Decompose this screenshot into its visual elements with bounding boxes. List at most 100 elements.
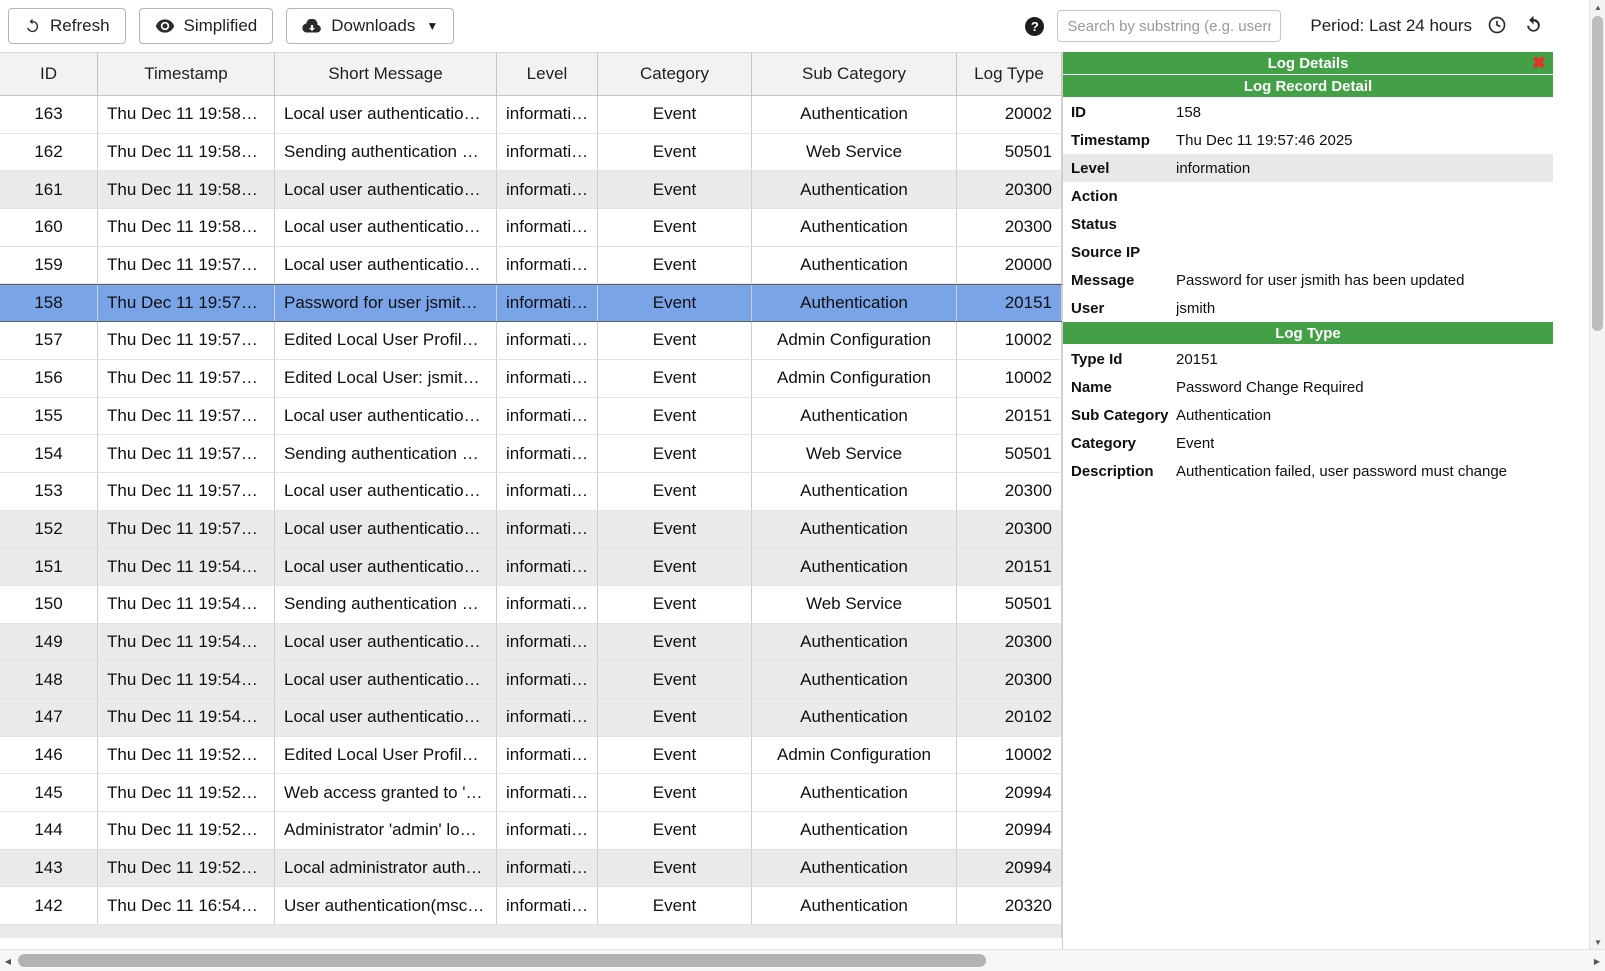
table-row[interactable]: 143Thu Dec 11 19:52…Local administrator … bbox=[0, 850, 1062, 888]
table-row[interactable]: 153Thu Dec 11 19:57…Local user authentic… bbox=[0, 473, 1062, 511]
cell-message: Edited Local User: jsmit… bbox=[275, 360, 497, 397]
scroll-right-arrow-icon[interactable]: ▶ bbox=[1589, 950, 1605, 971]
column-header-id[interactable]: ID bbox=[0, 53, 98, 95]
table-row[interactable]: 155Thu Dec 11 19:57…Local user authentic… bbox=[0, 398, 1062, 436]
scroll-up-arrow-icon[interactable]: ▲ bbox=[1590, 0, 1605, 14]
table-row[interactable]: 162Thu Dec 11 19:58…Sending authenticati… bbox=[0, 134, 1062, 172]
clock-icon bbox=[1487, 15, 1507, 38]
table-row[interactable]: 149Thu Dec 11 19:54…Local user authentic… bbox=[0, 624, 1062, 662]
table-row[interactable]: 152Thu Dec 11 19:57…Local user authentic… bbox=[0, 511, 1062, 549]
horizontal-scroll-thumb[interactable] bbox=[18, 954, 986, 967]
table-row[interactable]: 157Thu Dec 11 19:57…Edited Local User Pr… bbox=[0, 322, 1062, 360]
cell-id: 153 bbox=[0, 473, 98, 510]
cell-log-type: 20300 bbox=[957, 209, 1062, 246]
cell-timestamp: Thu Dec 11 19:57… bbox=[98, 473, 275, 510]
cell-timestamp: Thu Dec 11 19:58… bbox=[98, 134, 275, 171]
detail-field-label: ID bbox=[1071, 104, 1176, 121]
column-header-log-type[interactable]: Log Type bbox=[957, 53, 1062, 95]
cell-id: 143 bbox=[0, 850, 98, 887]
table-row[interactable]: 145Thu Dec 11 19:52…Web access granted t… bbox=[0, 774, 1062, 812]
table-row[interactable]: 147Thu Dec 11 19:54…Local user authentic… bbox=[0, 699, 1062, 737]
cell-sub-category: Authentication bbox=[752, 511, 957, 548]
detail-field-label: Sub Category bbox=[1071, 407, 1176, 424]
cell-level: informati… bbox=[497, 737, 598, 774]
column-header-sub-category[interactable]: Sub Category bbox=[752, 53, 957, 95]
cell-timestamp: Thu Dec 11 19:58… bbox=[98, 171, 275, 208]
cell-level: informati… bbox=[497, 624, 598, 661]
cell-id: 144 bbox=[0, 812, 98, 849]
cell-log-type: 50501 bbox=[957, 134, 1062, 171]
log-table: IDTimestampShort MessageLevelCategorySub… bbox=[0, 52, 1062, 949]
log-details-title: Log Details bbox=[1268, 55, 1349, 72]
horizontal-scrollbar[interactable]: ◀ ▶ bbox=[0, 949, 1605, 971]
table-row[interactable]: 144Thu Dec 11 19:52…Administrator 'admin… bbox=[0, 812, 1062, 850]
close-icon[interactable]: ✖ bbox=[1532, 55, 1546, 72]
cell-category: Event bbox=[598, 737, 752, 774]
cell-timestamp: Thu Dec 11 19:52… bbox=[98, 737, 275, 774]
cell-log-type: 20300 bbox=[957, 473, 1062, 510]
detail-field-label: Message bbox=[1071, 272, 1176, 289]
table-row[interactable]: 158Thu Dec 11 19:57…Password for user js… bbox=[0, 284, 1062, 322]
cell-id: 151 bbox=[0, 548, 98, 585]
cell-level: informati… bbox=[497, 285, 598, 321]
detail-field: Type Id20151 bbox=[1063, 345, 1553, 373]
detail-field-value: 158 bbox=[1176, 104, 1201, 121]
cell-message: Local user authenticatio… bbox=[275, 548, 497, 585]
main-content: IDTimestampShort MessageLevelCategorySub… bbox=[0, 52, 1589, 949]
cell-timestamp: Thu Dec 11 19:57… bbox=[98, 511, 275, 548]
table-row[interactable]: 151Thu Dec 11 19:54…Local user authentic… bbox=[0, 548, 1062, 586]
help-icon[interactable]: ? bbox=[1025, 17, 1044, 36]
simplified-button[interactable]: Simplified bbox=[139, 8, 274, 44]
detail-field: ID158 bbox=[1063, 98, 1553, 126]
time-period-button[interactable] bbox=[1485, 15, 1509, 38]
column-header-category[interactable]: Category bbox=[598, 53, 752, 95]
cell-level: informati… bbox=[497, 887, 598, 924]
cell-timestamp: Thu Dec 11 19:54… bbox=[98, 661, 275, 698]
table-row[interactable]: 161Thu Dec 11 19:58…Local user authentic… bbox=[0, 171, 1062, 209]
table-row[interactable]: 150Thu Dec 11 19:54…Sending authenticati… bbox=[0, 586, 1062, 624]
cell-sub-category: Authentication bbox=[752, 247, 957, 284]
vertical-scrollbar[interactable]: ▲ ▼ bbox=[1589, 0, 1605, 949]
column-header-level[interactable]: Level bbox=[497, 53, 598, 95]
cell-message: Sending authentication … bbox=[275, 586, 497, 623]
vertical-scroll-thumb[interactable] bbox=[1592, 16, 1603, 331]
table-row[interactable]: 142Thu Dec 11 16:54…User authentication(… bbox=[0, 887, 1062, 925]
cell-id: 155 bbox=[0, 398, 98, 435]
downloads-button[interactable]: Downloads ▼ bbox=[286, 8, 454, 44]
cell-sub-category: Authentication bbox=[752, 548, 957, 585]
cell-timestamp: Thu Dec 11 19:57… bbox=[98, 398, 275, 435]
refresh-button[interactable]: Refresh bbox=[8, 8, 126, 44]
column-header-timestamp[interactable]: Timestamp bbox=[98, 53, 275, 95]
detail-field-label: Status bbox=[1071, 216, 1176, 233]
cell-id: 154 bbox=[0, 435, 98, 472]
detail-field: Userjsmith bbox=[1063, 294, 1553, 322]
cell-timestamp: Thu Dec 11 19:52… bbox=[98, 812, 275, 849]
cell-category: Event bbox=[598, 209, 752, 246]
scroll-down-arrow-icon[interactable]: ▼ bbox=[1590, 935, 1605, 949]
reset-button[interactable] bbox=[1522, 15, 1545, 37]
column-header-short-message[interactable]: Short Message bbox=[275, 53, 497, 95]
cell-category: Event bbox=[598, 511, 752, 548]
cell-log-type: 20151 bbox=[957, 398, 1062, 435]
cell-log-type: 20151 bbox=[957, 548, 1062, 585]
table-row[interactable]: 156Thu Dec 11 19:57…Edited Local User: j… bbox=[0, 360, 1062, 398]
cell-log-type: 10002 bbox=[957, 360, 1062, 397]
table-row[interactable]: 148Thu Dec 11 19:54…Local user authentic… bbox=[0, 661, 1062, 699]
scroll-left-arrow-icon[interactable]: ◀ bbox=[0, 950, 16, 971]
cell-log-type: 10002 bbox=[957, 737, 1062, 774]
detail-field-value: 20151 bbox=[1176, 351, 1218, 368]
cell-timestamp: Thu Dec 11 19:52… bbox=[98, 850, 275, 887]
cell-category: Event bbox=[598, 548, 752, 585]
table-row[interactable]: 159Thu Dec 11 19:57…Local user authentic… bbox=[0, 247, 1062, 285]
cell-sub-category: Authentication bbox=[752, 473, 957, 510]
table-row[interactable]: 160Thu Dec 11 19:58…Local user authentic… bbox=[0, 209, 1062, 247]
detail-field: Action bbox=[1063, 182, 1553, 210]
table-row[interactable]: 146Thu Dec 11 19:52…Edited Local User Pr… bbox=[0, 737, 1062, 775]
table-row[interactable]: 154Thu Dec 11 19:57…Sending authenticati… bbox=[0, 435, 1062, 473]
cell-id: 162 bbox=[0, 134, 98, 171]
table-row[interactable]: 163Thu Dec 11 19:58…Local user authentic… bbox=[0, 96, 1062, 134]
cell-id: 149 bbox=[0, 624, 98, 661]
search-input[interactable] bbox=[1057, 10, 1281, 42]
cell-message: Local user authenticatio… bbox=[275, 398, 497, 435]
cell-level: informati… bbox=[497, 586, 598, 623]
